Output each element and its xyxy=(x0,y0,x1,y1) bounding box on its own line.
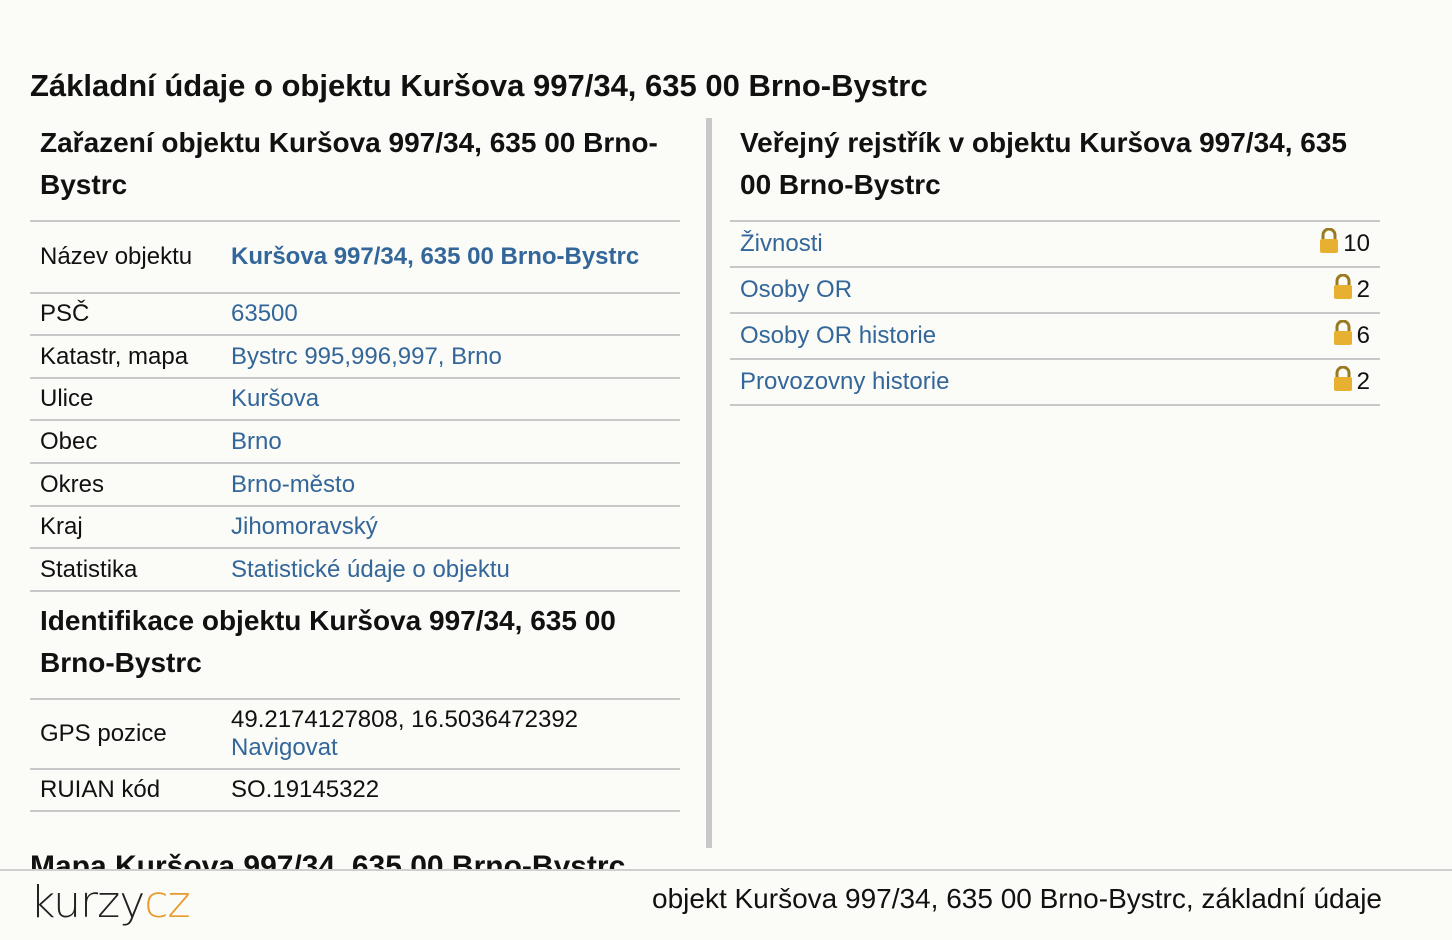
zarazeni-table: Název objektu Kuršova 997/34, 635 00 Brn… xyxy=(30,220,680,592)
page-title: Základní údaje o objektu Kuršova 997/34,… xyxy=(30,68,928,103)
lock-icon xyxy=(1333,273,1353,307)
kraj-link[interactable]: Jihomoravský xyxy=(231,513,378,540)
ruian-value: SO.19145322 xyxy=(221,769,680,812)
lock-icon xyxy=(1333,365,1353,399)
table-row: Katastr, mapa Bystrc 995,996,997, Brno xyxy=(30,335,680,379)
footer-caption: objekt Kuršova 997/34, 635 00 Brno-Bystr… xyxy=(652,883,1382,914)
row-label: Název objektu xyxy=(30,221,221,294)
statistika-link[interactable]: Statistické údaje o objektu xyxy=(231,556,510,583)
kurzy-logo[interactable]: kurzycz xyxy=(30,877,191,928)
column-divider xyxy=(706,118,712,848)
table-row: Okres Brno-město xyxy=(30,463,680,507)
row-label: PSČ xyxy=(30,293,221,336)
row-label: Kraj xyxy=(30,506,221,549)
row-label: Statistika xyxy=(30,548,221,592)
row-label: Katastr, mapa xyxy=(30,335,221,379)
psc-link[interactable]: 63500 xyxy=(231,300,298,327)
lock-icon xyxy=(1333,319,1353,353)
footer-bar: kurzycz objekt Kuršova 997/34, 635 00 Br… xyxy=(0,869,1452,940)
navigate-link[interactable]: Navigovat xyxy=(231,734,338,761)
table-row: Osoby OR 2 xyxy=(730,267,1380,314)
provozovny-historie-count: 2 xyxy=(1356,367,1370,395)
identifikace-heading: Identifikace objektu Kuršova 997/34, 635… xyxy=(40,605,616,678)
katastr-link[interactable]: Bystrc 995,996,997, Brno xyxy=(231,343,502,370)
osoby-or-historie-count: 6 xyxy=(1356,321,1370,349)
row-label: Okres xyxy=(30,463,221,507)
table-row: Ulice Kuršova xyxy=(30,378,680,421)
row-label: Obec xyxy=(30,420,221,464)
right-column: Veřejný rejstřík v objektu Kuršova 997/3… xyxy=(730,120,1380,406)
rejstrik-table: Živnosti 10 Osoby OR 2 Osoby OR historie… xyxy=(730,220,1380,406)
table-row: Statistika Statistické údaje o objektu xyxy=(30,548,680,592)
logo-part1: kurzy xyxy=(30,877,145,928)
table-row: Kraj Jihomoravský xyxy=(30,506,680,549)
table-row: Živnosti 10 xyxy=(730,221,1380,268)
osoby-or-link[interactable]: Osoby OR xyxy=(740,276,852,303)
obec-link[interactable]: Brno xyxy=(231,428,282,455)
table-row: PSČ 63500 xyxy=(30,293,680,336)
gps-value: 49.2174127808, 16.5036472392 xyxy=(231,706,579,733)
table-row: Obec Brno xyxy=(30,420,680,464)
row-label: Ulice xyxy=(30,378,221,421)
left-column: Zařazení objektu Kuršova 997/34, 635 00 … xyxy=(30,120,680,812)
osoby-or-historie-link[interactable]: Osoby OR historie xyxy=(740,322,936,349)
zivnosti-count: 10 xyxy=(1343,229,1370,257)
ulice-link[interactable]: Kuršova xyxy=(231,385,319,412)
row-value: Kuršova 997/34, 635 00 Brno-Bystrc xyxy=(221,221,680,294)
table-row: RUIAN kód SO.19145322 xyxy=(30,769,680,812)
provozovny-historie-link[interactable]: Provozovny historie xyxy=(740,368,949,395)
table-row: Provozovny historie 2 xyxy=(730,359,1380,406)
table-row: Název objektu Kuršova 997/34, 635 00 Brn… xyxy=(30,221,680,294)
table-row: Osoby OR historie 6 xyxy=(730,313,1380,360)
gps-label: GPS pozice xyxy=(30,699,221,770)
table-row: GPS pozice 49.2174127808, 16.5036472392 … xyxy=(30,699,680,770)
okres-link[interactable]: Brno-město xyxy=(231,471,355,498)
logo-part2: cz xyxy=(144,877,190,928)
ruian-label: RUIAN kód xyxy=(30,769,221,812)
identifikace-table: GPS pozice 49.2174127808, 16.5036472392 … xyxy=(30,698,680,812)
osoby-or-count: 2 xyxy=(1356,275,1370,303)
zivnosti-link[interactable]: Živnosti xyxy=(740,230,823,257)
zarazeni-heading: Zařazení objektu Kuršova 997/34, 635 00 … xyxy=(40,127,658,200)
lock-icon xyxy=(1319,227,1339,261)
object-name-link[interactable]: Kuršova 997/34, 635 00 Brno-Bystrc xyxy=(231,243,639,270)
rejstrik-heading: Veřejný rejstřík v objektu Kuršova 997/3… xyxy=(740,127,1348,200)
